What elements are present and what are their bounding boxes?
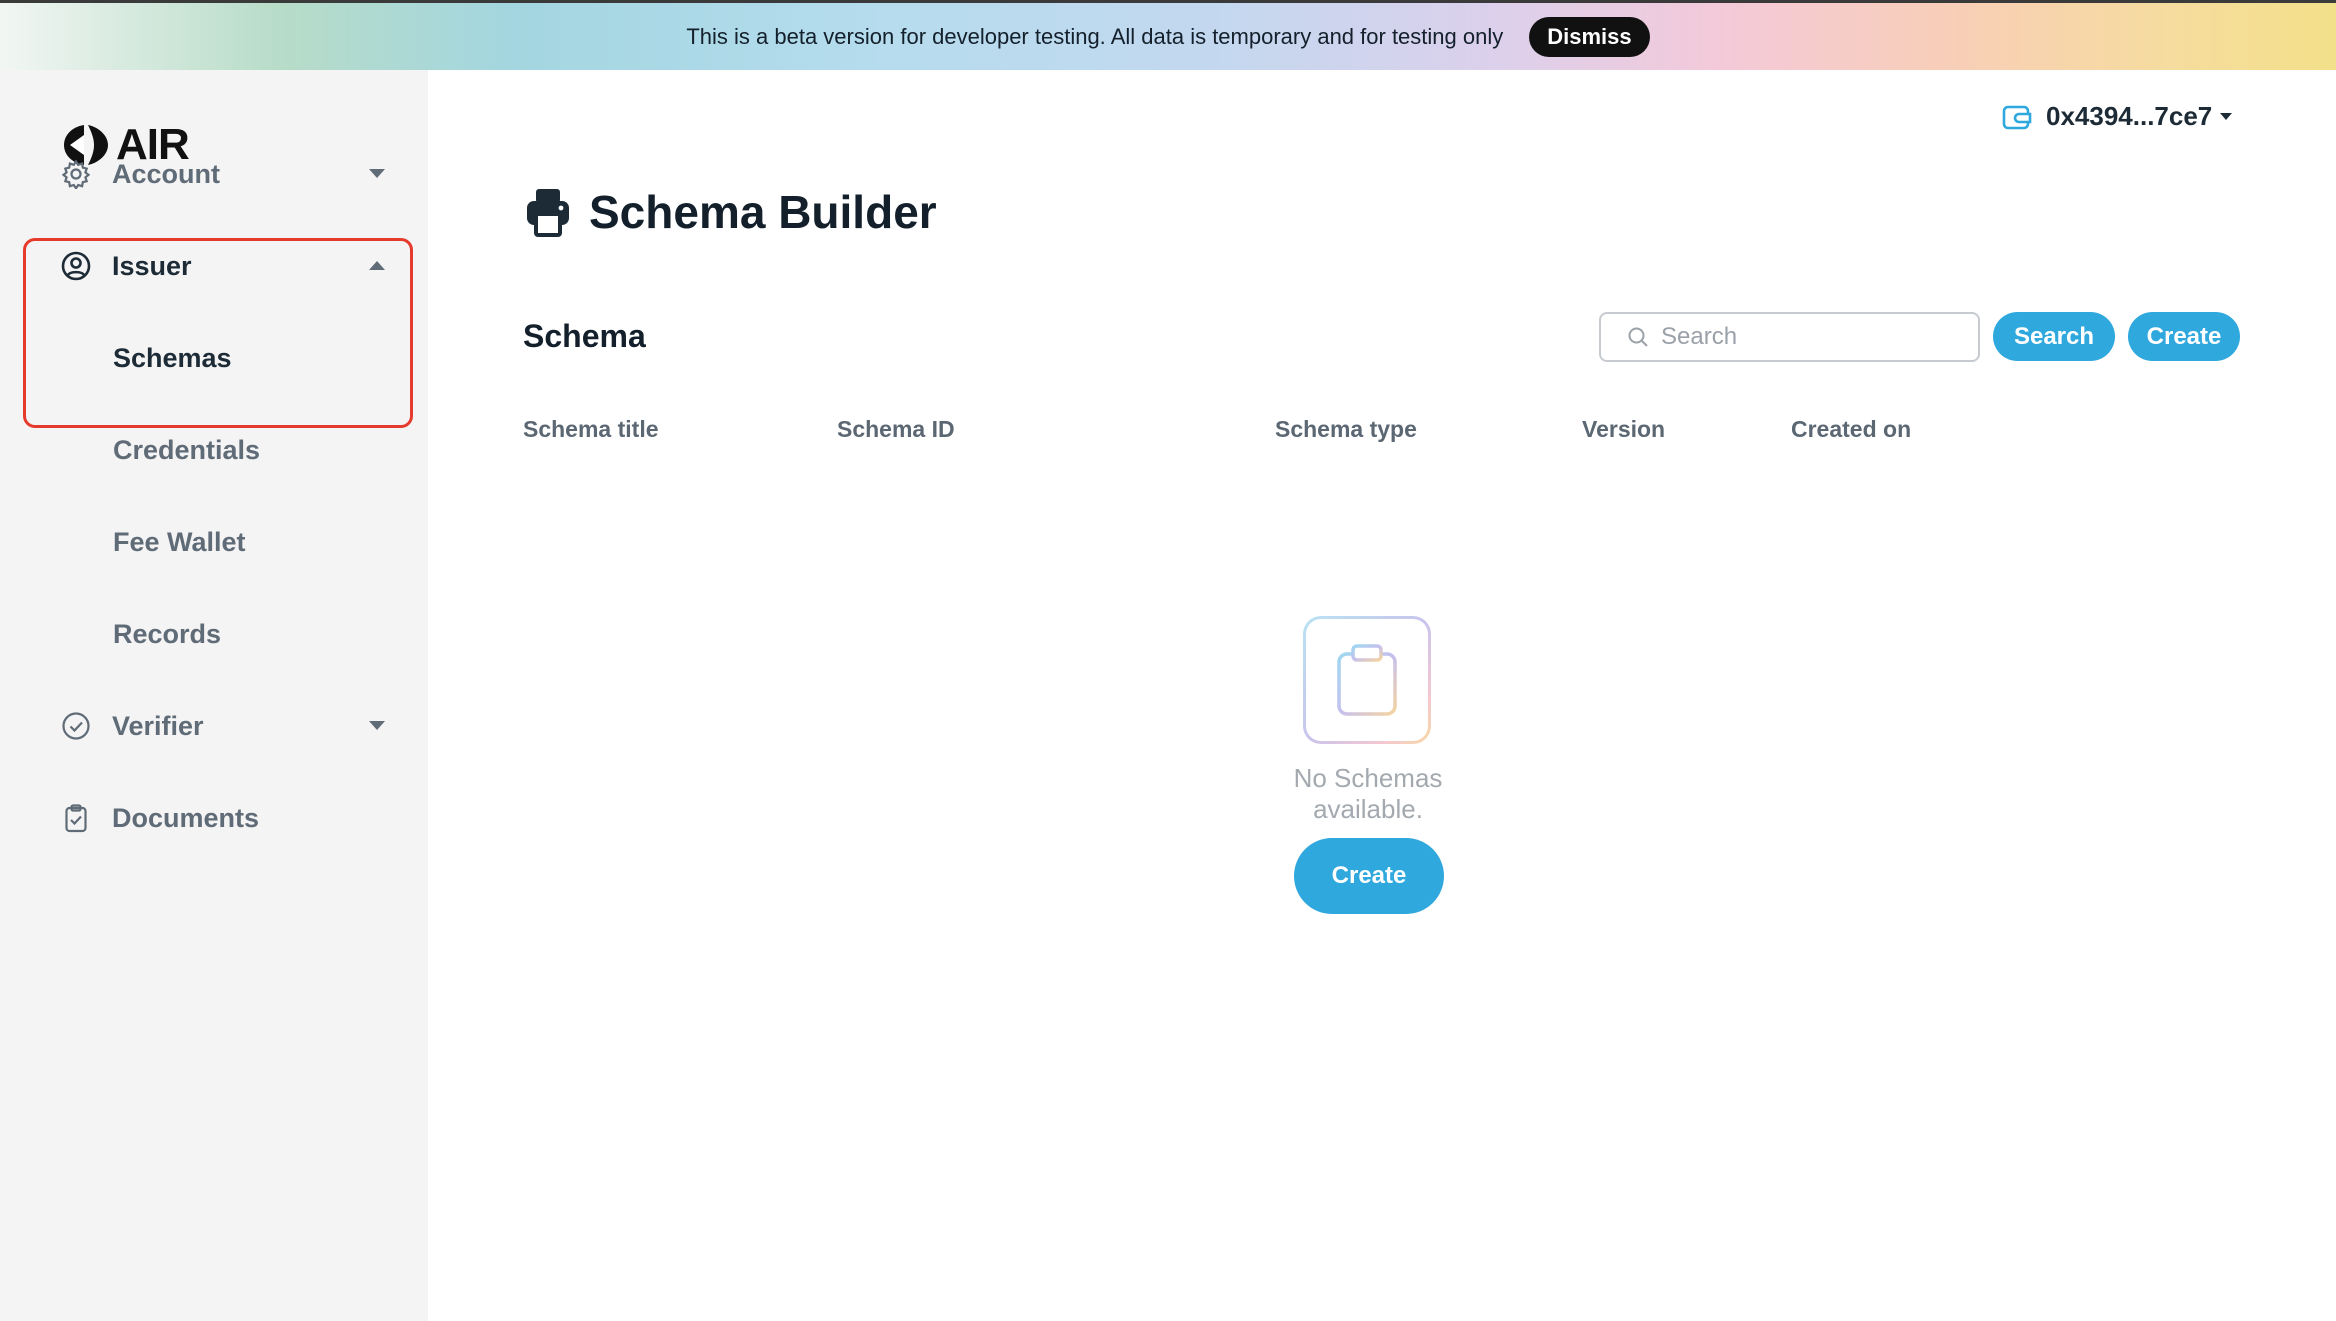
page-title: Schema Builder	[589, 186, 937, 238]
sidebar-item-account[interactable]: Account	[60, 152, 400, 196]
wallet-selector[interactable]: 0x4394...7ce7	[2002, 101, 2233, 132]
printer-icon	[527, 189, 569, 237]
search-input[interactable]	[1661, 323, 1961, 351]
chevron-down-icon	[369, 721, 385, 730]
search-button[interactable]: Search	[1993, 312, 2115, 361]
sidebar-item-issuer[interactable]: Issuer	[60, 244, 400, 288]
chevron-down-icon	[2220, 113, 2233, 120]
column-header-schema-title: Schema title	[523, 416, 659, 442]
clipboard-check-icon	[60, 802, 92, 834]
sidebar-item-issuer-label: Issuer	[112, 250, 192, 281]
column-header-schema-type: Schema type	[1275, 416, 1417, 442]
empty-clipboard-icon	[1303, 616, 1431, 744]
chevron-up-icon	[369, 261, 385, 270]
check-circle-icon	[60, 710, 92, 742]
sidebar-item-schemas[interactable]: Schemas	[113, 336, 232, 380]
dismiss-button[interactable]: Dismiss	[1529, 16, 1650, 57]
sidebar-item-records[interactable]: Records	[113, 612, 221, 656]
sidebar-item-verifier[interactable]: Verifier	[60, 704, 400, 748]
gear-icon	[60, 158, 92, 190]
sidebar-item-verifier-label: Verifier	[112, 710, 204, 741]
sidebar: AIR Account Issuer Schemas Credentials F…	[0, 70, 428, 1321]
column-header-version: Version	[1582, 416, 1666, 442]
sidebar-item-credentials[interactable]: Credentials	[113, 428, 260, 472]
empty-state-message: No Schemas available.	[1293, 763, 1443, 824]
sidebar-item-fee-wallet[interactable]: Fee Wallet	[113, 520, 246, 564]
sidebar-item-account-label: Account	[112, 158, 220, 189]
create-button[interactable]: Create	[2128, 312, 2240, 361]
sidebar-item-documents-label: Documents	[112, 802, 260, 833]
schema-section-title: Schema	[523, 318, 646, 354]
page-header: Schema Builder	[525, 185, 937, 239]
user-circle-icon	[60, 250, 92, 282]
wallet-icon	[2002, 105, 2032, 129]
search-icon	[1628, 327, 1648, 347]
beta-banner-text: This is a beta version for developer tes…	[686, 23, 1504, 49]
column-header-created-on: Created on	[1791, 416, 1912, 442]
sidebar-item-documents[interactable]: Documents	[60, 796, 400, 840]
beta-banner: This is a beta version for developer tes…	[0, 3, 2336, 70]
column-header-schema-id: Schema ID	[837, 416, 955, 442]
empty-state-create-button[interactable]: Create	[1294, 838, 1444, 914]
search-field[interactable]	[1599, 312, 1980, 362]
chevron-down-icon	[369, 169, 385, 178]
wallet-address: 0x4394...7ce7	[2046, 101, 2213, 131]
